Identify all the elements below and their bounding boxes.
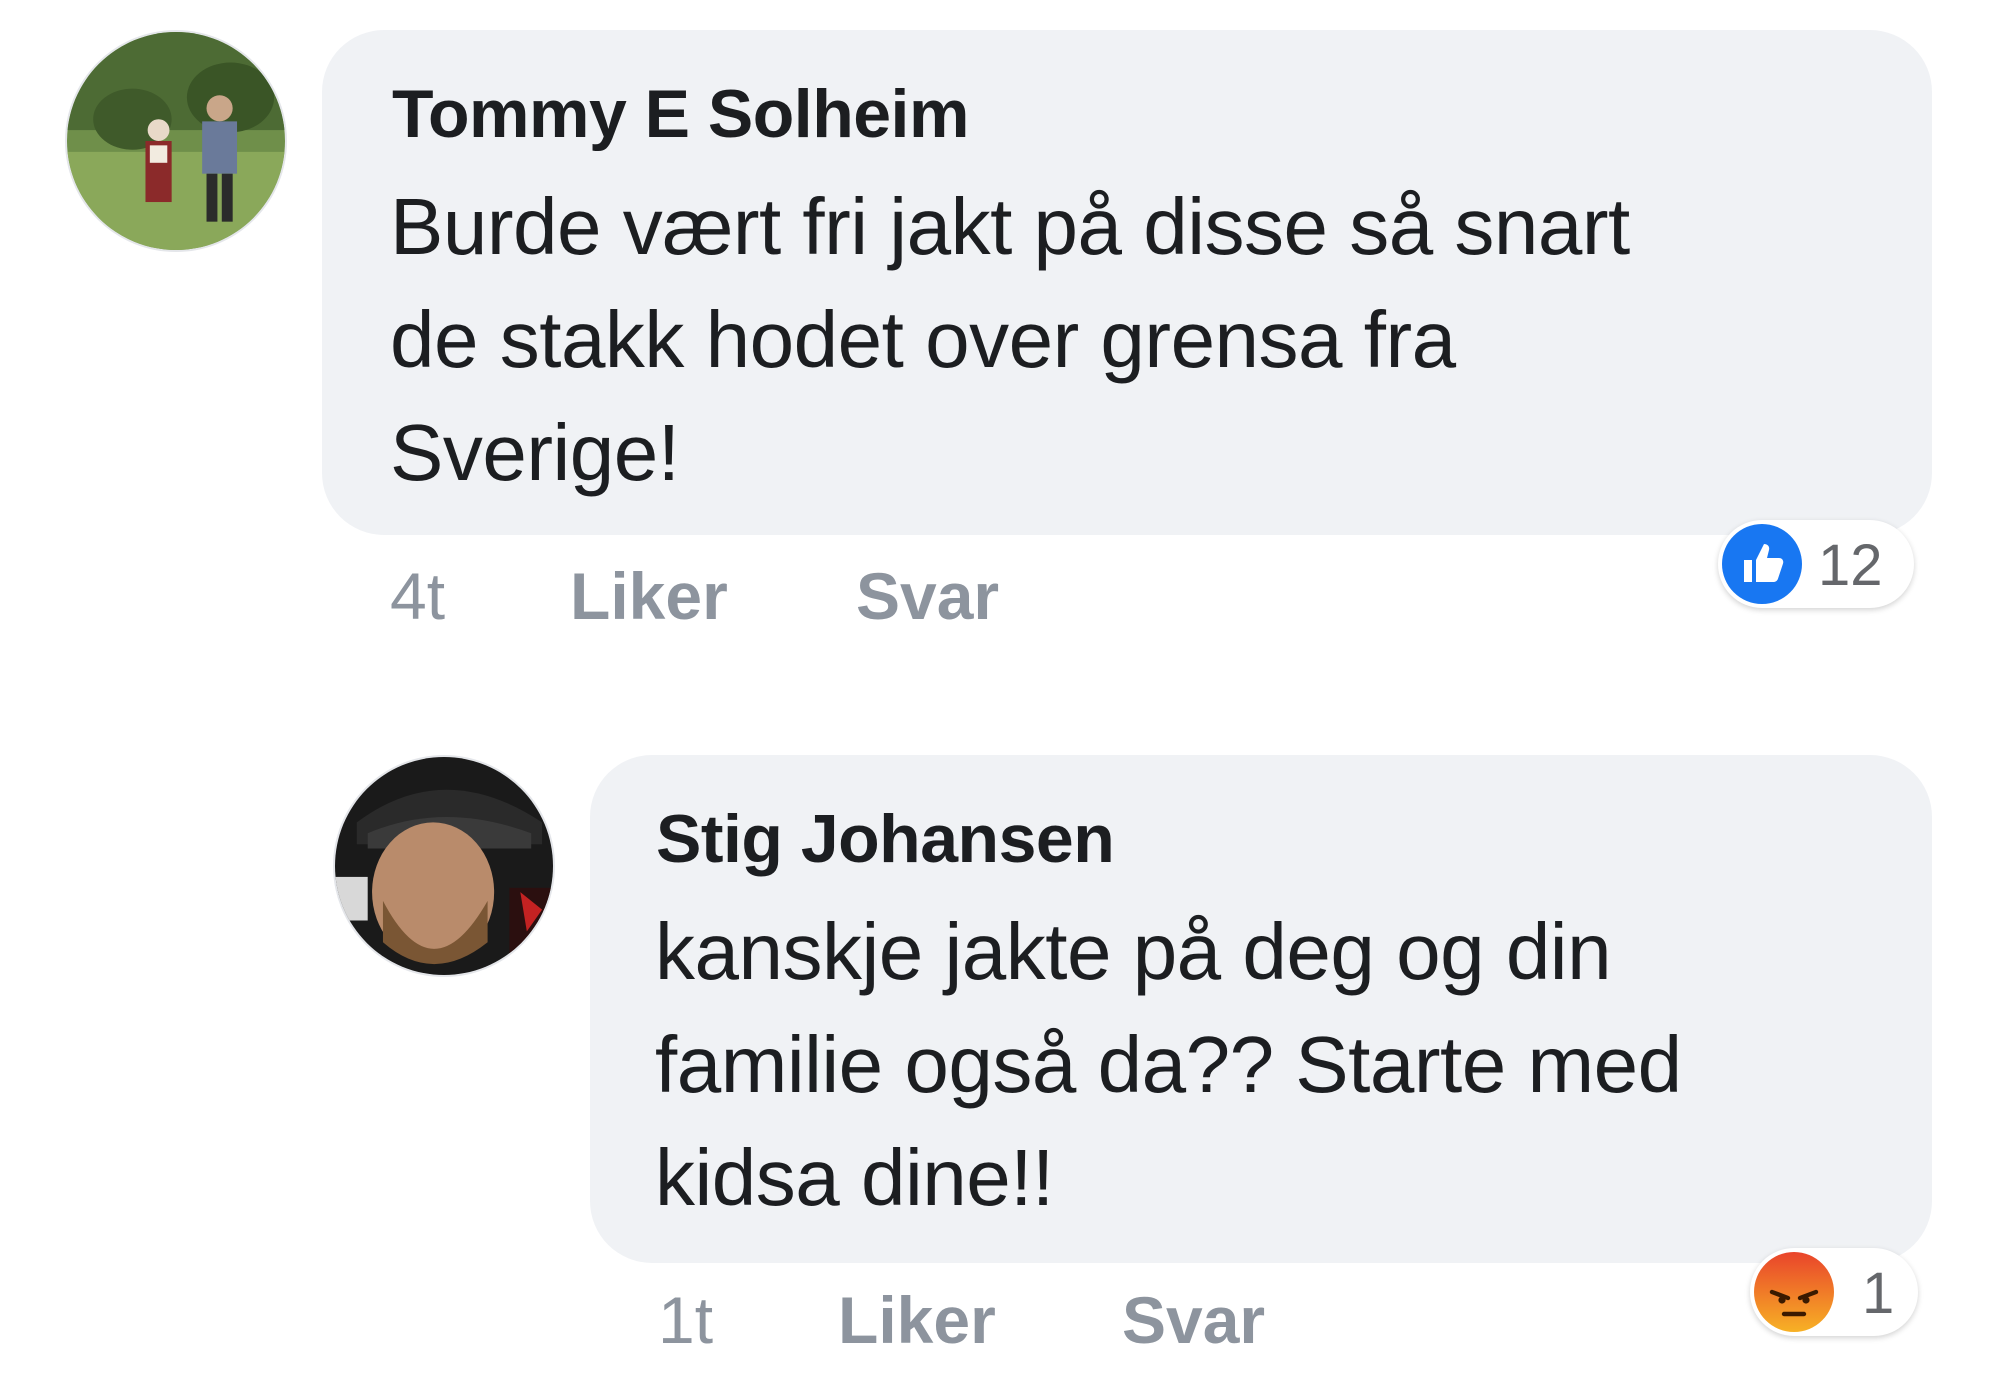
comment-text-line: kanskje jakte på deg og din — [655, 907, 1612, 996]
comment-text-line: familie også da?? Starte med — [655, 1020, 1682, 1109]
comment-text-line: kidsa dine!! — [655, 1133, 1054, 1222]
avatar-photo — [335, 757, 553, 975]
avatar-stig-johansen[interactable] — [333, 755, 555, 977]
comment-timestamp[interactable]: 1t — [658, 1282, 713, 1358]
comment-actions: 1t Liker Svar — [0, 1282, 1400, 1362]
reply-button[interactable]: Svar — [1122, 1282, 1265, 1358]
like-button[interactable]: Liker — [838, 1282, 996, 1358]
comment-2: Stig Johansen kanskje jakte på deg og di… — [0, 0, 2000, 1397]
reaction-summary[interactable]: 1 — [1750, 1248, 1918, 1336]
angry-icon — [1754, 1252, 1834, 1332]
comment-text: kanskje jakte på deg og din familie også… — [655, 895, 1682, 1234]
comment-author[interactable]: Stig Johansen — [656, 800, 1115, 878]
reaction-count: 1 — [1862, 1261, 1895, 1326]
